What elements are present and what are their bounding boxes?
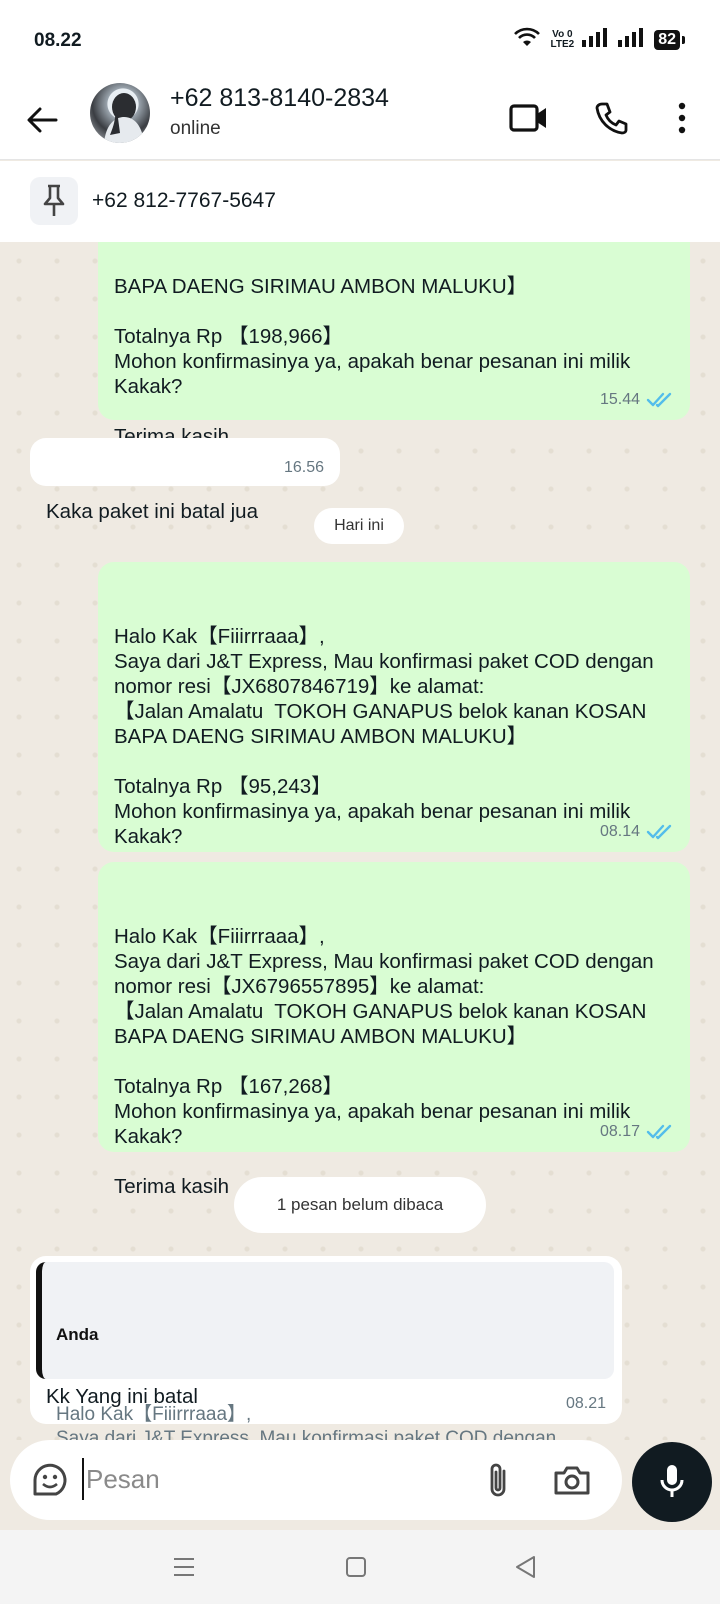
attach-button[interactable] xyxy=(474,1456,522,1504)
nav-menu-button[interactable] xyxy=(164,1550,204,1584)
double-check-icon xyxy=(646,392,672,407)
quote-author: Anda xyxy=(56,1325,99,1344)
message-meta: 08.17 xyxy=(600,1119,674,1144)
sticker-icon xyxy=(33,1463,67,1496)
message-time: 15.44 xyxy=(599,391,640,408)
unread-separator: 1 pesan belum dibaca xyxy=(234,1177,486,1233)
message-bubble-outgoing[interactable]: Halo Kak【Fiiirrraaa】, Saya dari J&T Expr… xyxy=(98,862,690,1198)
nav-home-icon xyxy=(346,1557,366,1577)
back-arrow-icon xyxy=(27,107,58,133)
system-nav-bar xyxy=(0,1530,720,1604)
camera-icon xyxy=(554,1466,590,1495)
status-bar: 08.22 Vo 0 LTE2 82 xyxy=(0,0,720,80)
composer-bar xyxy=(0,1440,720,1530)
volte-indicator: Vo 0 LTE2 xyxy=(550,28,575,50)
message-text: Kaka paket ini batal jua xyxy=(46,500,258,523)
message-meta: 16.56 xyxy=(284,455,324,480)
back-button[interactable] xyxy=(20,98,64,142)
date-separator: Hari ini xyxy=(314,508,404,544)
message-text: Halo Kak【Fiiirrraaa】, Saya dari J&T Expr… xyxy=(114,625,654,898)
video-call-button[interactable] xyxy=(505,94,553,142)
message-time: 08.17 xyxy=(599,1123,640,1140)
phone-call-icon xyxy=(595,102,628,135)
message-bubble-outgoing[interactable]: Halo Kak【Fiiirrraaa】, Saya dari J&T Expr… xyxy=(98,562,690,898)
message-text: BAPA DAENG SIRIMAU AMBON MALUKU】 Totalny… xyxy=(114,275,631,448)
composer-pill xyxy=(10,1440,622,1520)
signal-icon-2 xyxy=(618,27,646,52)
status-time: 08.22 xyxy=(34,30,82,51)
contact-status: online xyxy=(170,118,221,139)
message-time: 08.21 xyxy=(565,1395,606,1412)
message-text: Halo Kak【Fiiirrraaa】, Saya dari J&T Expr… xyxy=(114,925,654,1198)
nav-home-button[interactable] xyxy=(336,1550,376,1584)
chat-header: +62 813-8140-2834 online xyxy=(0,80,720,160)
signal-icon xyxy=(582,27,610,52)
message-text: Kk Yang ini batal xyxy=(46,1385,198,1408)
nav-back-button[interactable] xyxy=(505,1550,545,1584)
video-call-icon xyxy=(509,104,546,132)
sticker-button[interactable] xyxy=(26,1456,74,1504)
message-time: 08.14 xyxy=(599,823,640,840)
phone-call-button[interactable] xyxy=(588,94,636,142)
attach-icon xyxy=(490,1463,506,1497)
more-vert-icon xyxy=(678,102,686,134)
message-bubble-incoming-reply[interactable]: Anda Halo Kak【Fiiirrraaa】, Saya dari J&T… xyxy=(30,1256,622,1440)
more-options-button[interactable] xyxy=(658,94,706,142)
message-time: 16.56 xyxy=(283,459,324,476)
pinned-message-bar[interactable]: +62 812-7767-5647 xyxy=(0,161,720,242)
quoted-message[interactable]: Anda Halo Kak【Fiiirrraaa】, Saya dari J&T… xyxy=(36,1262,614,1440)
message-meta: 08.21 xyxy=(566,1391,606,1416)
chat-area[interactable]: BAPA DAENG SIRIMAU AMBON MALUKU】 Totalny… xyxy=(0,242,720,1440)
avatar[interactable] xyxy=(90,83,150,143)
contact-name[interactable]: +62 813-8140-2834 xyxy=(170,84,389,113)
message-bubble-incoming[interactable]: Kaka paket ini batal jua 16.56 xyxy=(30,438,340,523)
mic-icon xyxy=(660,1465,684,1497)
camera-button[interactable] xyxy=(548,1456,596,1504)
message-bubble-outgoing[interactable]: BAPA DAENG SIRIMAU AMBON MALUKU】 Totalny… xyxy=(98,242,690,448)
battery-indicator: 82 xyxy=(654,29,685,50)
message-input[interactable] xyxy=(82,1458,462,1500)
pinned-message-text: +62 812-7767-5647 xyxy=(92,189,276,212)
message-meta: 15.44 xyxy=(600,387,674,412)
nav-back-icon xyxy=(516,1556,535,1578)
pin-icon xyxy=(30,177,78,225)
voice-message-button[interactable] xyxy=(632,1442,712,1522)
message-meta: 08.14 xyxy=(600,819,674,844)
status-icons: Vo 0 LTE2 82 xyxy=(512,26,685,53)
double-check-icon xyxy=(646,824,672,839)
wifi-icon xyxy=(512,26,542,53)
nav-menu-icon xyxy=(174,1558,194,1576)
double-check-icon xyxy=(646,1124,672,1139)
